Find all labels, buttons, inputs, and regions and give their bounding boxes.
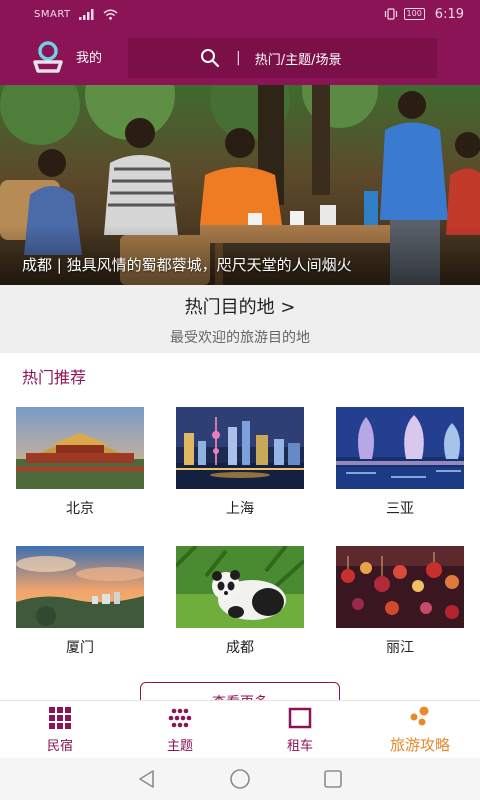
recents-icon[interactable] [323, 769, 343, 789]
hot-destinations-title: 热门目的地 > [184, 297, 296, 318]
nav-label: 主题 [166, 738, 193, 754]
panda-photo [176, 546, 304, 628]
hero-banner[interactable]: 成都 | 独具风情的蜀都蓉城，咫尺天堂的人间烟火 [0, 85, 480, 285]
clock: 6:19 [434, 6, 464, 22]
destination-card-lijiang[interactable]: 丽江 [336, 546, 464, 657]
nav-label: 旅游攻略 [389, 735, 450, 754]
destination-card-sanya[interactable]: 三亚 [336, 407, 464, 518]
home-icon[interactable] [229, 768, 251, 790]
search-icon [201, 49, 220, 68]
sanya-towers-photo [336, 407, 464, 489]
destination-name: 三亚 [386, 501, 414, 517]
status-left: SMART [34, 8, 118, 20]
grid-icon [49, 706, 71, 729]
nav-item-theme[interactable]: 主题 [120, 701, 240, 758]
signal-icon [78, 8, 94, 20]
search-separator: | [236, 50, 241, 66]
battery-icon: 100 [403, 8, 425, 20]
hot-destinations-banner[interactable]: 热门目的地 > 最受欢迎的旅游目的地 [0, 285, 480, 353]
wifi-icon [103, 9, 118, 20]
shanghai-skyline-photo [176, 407, 304, 489]
nav-item-travel-guide[interactable]: 旅游攻略 [360, 701, 480, 758]
lanterns-photo [336, 546, 464, 628]
search-input[interactable]: | 热门/主题/场景 [128, 38, 437, 78]
status-bar: SMART 100 6:19 [0, 0, 480, 28]
destination-card-chengdu[interactable]: 成都 [176, 546, 304, 657]
destination-name: 成都 [226, 640, 254, 656]
nav-label: 租车 [286, 738, 313, 754]
destination-name: 丽江 [386, 640, 414, 656]
top-header: 我的 | 热门/主题/场景 [0, 28, 480, 85]
square-icon [288, 707, 312, 728]
bottom-nav: 民宿 主题 租车 旅游攻略 [0, 700, 480, 758]
nav-item-homestay[interactable]: 民宿 [0, 701, 120, 758]
destination-card-shanghai[interactable]: 上海 [176, 407, 304, 518]
status-right: 100 6:19 [384, 7, 464, 22]
vibrate-icon [384, 8, 397, 20]
search-placeholder: 热门/主题/场景 [254, 52, 342, 68]
carrier-label: SMART [34, 8, 71, 20]
profile-label: 我的 [76, 51, 103, 66]
nav-label: 民宿 [46, 738, 73, 754]
destination-card-xiamen[interactable]: 厦门 [16, 546, 144, 657]
destination-name: 厦门 [66, 640, 94, 656]
dots-icon [168, 708, 192, 727]
user-icon [33, 40, 63, 73]
section-title: 热门推荐 [22, 368, 87, 387]
nav-item-car-rental[interactable]: 租车 [240, 701, 360, 758]
destination-card-beijing[interactable]: 北京 [16, 407, 144, 518]
forbidden-city-photo [16, 407, 144, 489]
back-icon[interactable] [137, 769, 157, 789]
profile-button[interactable]: 我的 [28, 37, 128, 77]
hero-caption: 成都 | 独具风情的蜀都蓉城，咫尺天堂的人间烟火 [22, 256, 352, 274]
system-nav-bar [0, 758, 480, 800]
hot-destinations-subtitle: 最受欢迎的旅游目的地 [170, 330, 310, 346]
xiamen-sunset-photo [16, 546, 144, 628]
destination-name: 上海 [226, 501, 254, 517]
destination-name: 北京 [66, 501, 94, 517]
guide-icon [410, 706, 429, 725]
